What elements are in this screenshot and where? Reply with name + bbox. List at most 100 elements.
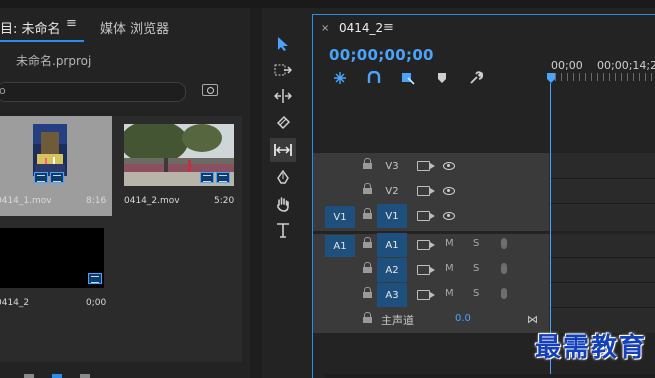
clip-item-0414-2[interactable]: 0414_2.mov 5:20 bbox=[116, 116, 240, 216]
find-icon[interactable] bbox=[202, 84, 218, 96]
audio-badge-icon bbox=[50, 172, 64, 183]
track-row-a2: A2 M S bbox=[313, 258, 549, 283]
track-target-v2[interactable]: V2 bbox=[377, 179, 407, 203]
track-row-v1: V1 V1 bbox=[313, 204, 549, 229]
timeline-panel: × 0414_2 ≡ 00;00;00;00 00;00 00;00;14;29… bbox=[312, 14, 655, 378]
ripple-edit-icon[interactable] bbox=[270, 84, 296, 108]
slip-tool-icon[interactable] bbox=[270, 138, 296, 162]
type-icon[interactable] bbox=[270, 218, 296, 242]
sync-lock-icon[interactable] bbox=[417, 240, 435, 250]
time-ruler[interactable] bbox=[549, 73, 655, 81]
source-patch-v1[interactable]: V1 bbox=[325, 206, 355, 228]
mute-button[interactable]: M bbox=[445, 288, 454, 299]
panel-menu-icon[interactable]: ≡ bbox=[383, 20, 394, 35]
go-to-end-icon[interactable]: ⋈ bbox=[527, 313, 538, 326]
solo-button[interactable]: S bbox=[473, 263, 479, 274]
nest-sequence-icon[interactable] bbox=[333, 71, 347, 85]
track-separator bbox=[549, 257, 655, 258]
watermark-logo: 最需教育 bbox=[534, 333, 647, 363]
icon-view-icon[interactable] bbox=[52, 374, 62, 378]
pen-icon[interactable] bbox=[270, 166, 296, 190]
source-patch-a1[interactable]: A1 bbox=[325, 235, 355, 257]
bin-icon-view: 0414_1.mov 8:16 0414_2.mov 5:20 414_2 0;… bbox=[0, 116, 242, 362]
sync-lock-icon[interactable] bbox=[417, 290, 435, 300]
track-target-a2[interactable]: A2 bbox=[377, 258, 407, 282]
solo-button[interactable]: S bbox=[473, 238, 479, 249]
av-badge-icon bbox=[34, 172, 48, 183]
clip-name: 0414_2 bbox=[0, 298, 30, 308]
track-target-a3[interactable]: A3 bbox=[377, 283, 407, 307]
ruler-start-label: 00;00 bbox=[551, 59, 583, 72]
track-row-v2: V2 bbox=[313, 179, 549, 204]
lock-icon[interactable] bbox=[363, 158, 372, 170]
track-area[interactable] bbox=[549, 153, 655, 333]
media-browser-tab[interactable]: 媒体 浏览器 bbox=[100, 18, 169, 37]
wrench-icon[interactable] bbox=[469, 71, 483, 85]
project-panel-footer bbox=[0, 370, 250, 378]
clip-name: 0414_1.mov bbox=[0, 196, 52, 206]
clip-duration: 8:16 bbox=[86, 196, 107, 206]
clip-item-0414-1[interactable]: 0414_1.mov 8:16 bbox=[0, 116, 112, 216]
track-row-v3: V3 bbox=[313, 154, 549, 179]
list-view-icon[interactable] bbox=[24, 374, 34, 378]
sync-lock-icon[interactable] bbox=[417, 161, 435, 171]
track-target-a1[interactable]: A1 bbox=[377, 233, 407, 257]
panel-menu-icon[interactable]: ≡ bbox=[66, 16, 77, 31]
selection-tool-icon[interactable] bbox=[270, 32, 296, 56]
add-marker-icon[interactable] bbox=[435, 71, 449, 85]
project-file-name: 未命名.prproj bbox=[16, 54, 92, 68]
snap-icon[interactable] bbox=[367, 71, 381, 85]
clip-duration: 5:20 bbox=[214, 196, 235, 206]
mute-button[interactable]: M bbox=[445, 263, 454, 274]
eye-icon[interactable] bbox=[443, 187, 455, 195]
clip-duration: 0;00 bbox=[86, 298, 107, 308]
master-volume-value[interactable]: 0.0 bbox=[455, 313, 471, 324]
voiceover-record-icon[interactable] bbox=[501, 263, 507, 274]
playhead-timecode[interactable]: 00;00;00;00 bbox=[329, 46, 434, 64]
av-badge-icon bbox=[200, 172, 214, 183]
linked-selection-icon[interactable] bbox=[401, 71, 415, 85]
track-row-a3: A3 M S bbox=[313, 283, 549, 308]
lock-icon[interactable] bbox=[363, 208, 372, 220]
freeform-view-icon[interactable] bbox=[80, 374, 90, 378]
sync-lock-icon[interactable] bbox=[417, 186, 435, 196]
razor-icon[interactable] bbox=[270, 110, 296, 134]
hand-icon[interactable] bbox=[270, 192, 296, 216]
track-separator bbox=[549, 178, 655, 179]
track-separator bbox=[549, 203, 655, 204]
lock-icon[interactable] bbox=[363, 312, 372, 324]
track-separator bbox=[549, 282, 655, 283]
master-track-row: 主声道 0.0 ⋈ bbox=[313, 308, 549, 332]
track-row-a1: A1 A1 M S bbox=[313, 233, 549, 258]
audio-badge-icon bbox=[216, 172, 230, 183]
solo-button[interactable]: S bbox=[473, 288, 479, 299]
horizontal-scrollbar[interactable] bbox=[325, 374, 655, 378]
voiceover-record-icon[interactable] bbox=[501, 238, 507, 249]
lock-icon[interactable] bbox=[363, 262, 372, 274]
sequence-item-0414-2[interactable]: 0414_2 0;00 bbox=[0, 226, 112, 322]
panel-divider[interactable] bbox=[250, 8, 262, 378]
lock-icon[interactable] bbox=[363, 287, 372, 299]
clip-name: 0414_2.mov bbox=[124, 196, 180, 206]
sequence-tab[interactable]: 0414_2 bbox=[339, 21, 383, 35]
close-icon[interactable]: × bbox=[321, 23, 329, 34]
track-separator bbox=[549, 307, 655, 308]
sync-lock-icon[interactable] bbox=[417, 265, 435, 275]
mute-button[interactable]: M bbox=[445, 238, 454, 249]
eye-icon[interactable] bbox=[443, 212, 455, 220]
clip-thumbnail bbox=[33, 124, 67, 176]
track-target-v3[interactable]: V3 bbox=[377, 154, 407, 178]
sync-lock-icon[interactable] bbox=[417, 211, 435, 221]
active-tab-underline bbox=[0, 40, 84, 42]
voiceover-record-icon[interactable] bbox=[501, 288, 507, 299]
lock-icon[interactable] bbox=[363, 237, 372, 249]
track-target-v1[interactable]: V1 bbox=[377, 204, 407, 228]
project-tab[interactable]: 目: 未命名 bbox=[0, 18, 61, 37]
search-input[interactable]: o bbox=[0, 82, 186, 102]
playhead-icon[interactable] bbox=[547, 73, 555, 83]
eye-icon[interactable] bbox=[443, 162, 455, 170]
lock-icon[interactable] bbox=[363, 183, 372, 195]
track-select-forward-icon[interactable] bbox=[270, 58, 296, 82]
project-panel: 目: 未命名 ≡ 媒体 浏览器 未命名.prproj o 0414_1.mov … bbox=[0, 8, 250, 378]
tools-panel bbox=[262, 8, 306, 378]
